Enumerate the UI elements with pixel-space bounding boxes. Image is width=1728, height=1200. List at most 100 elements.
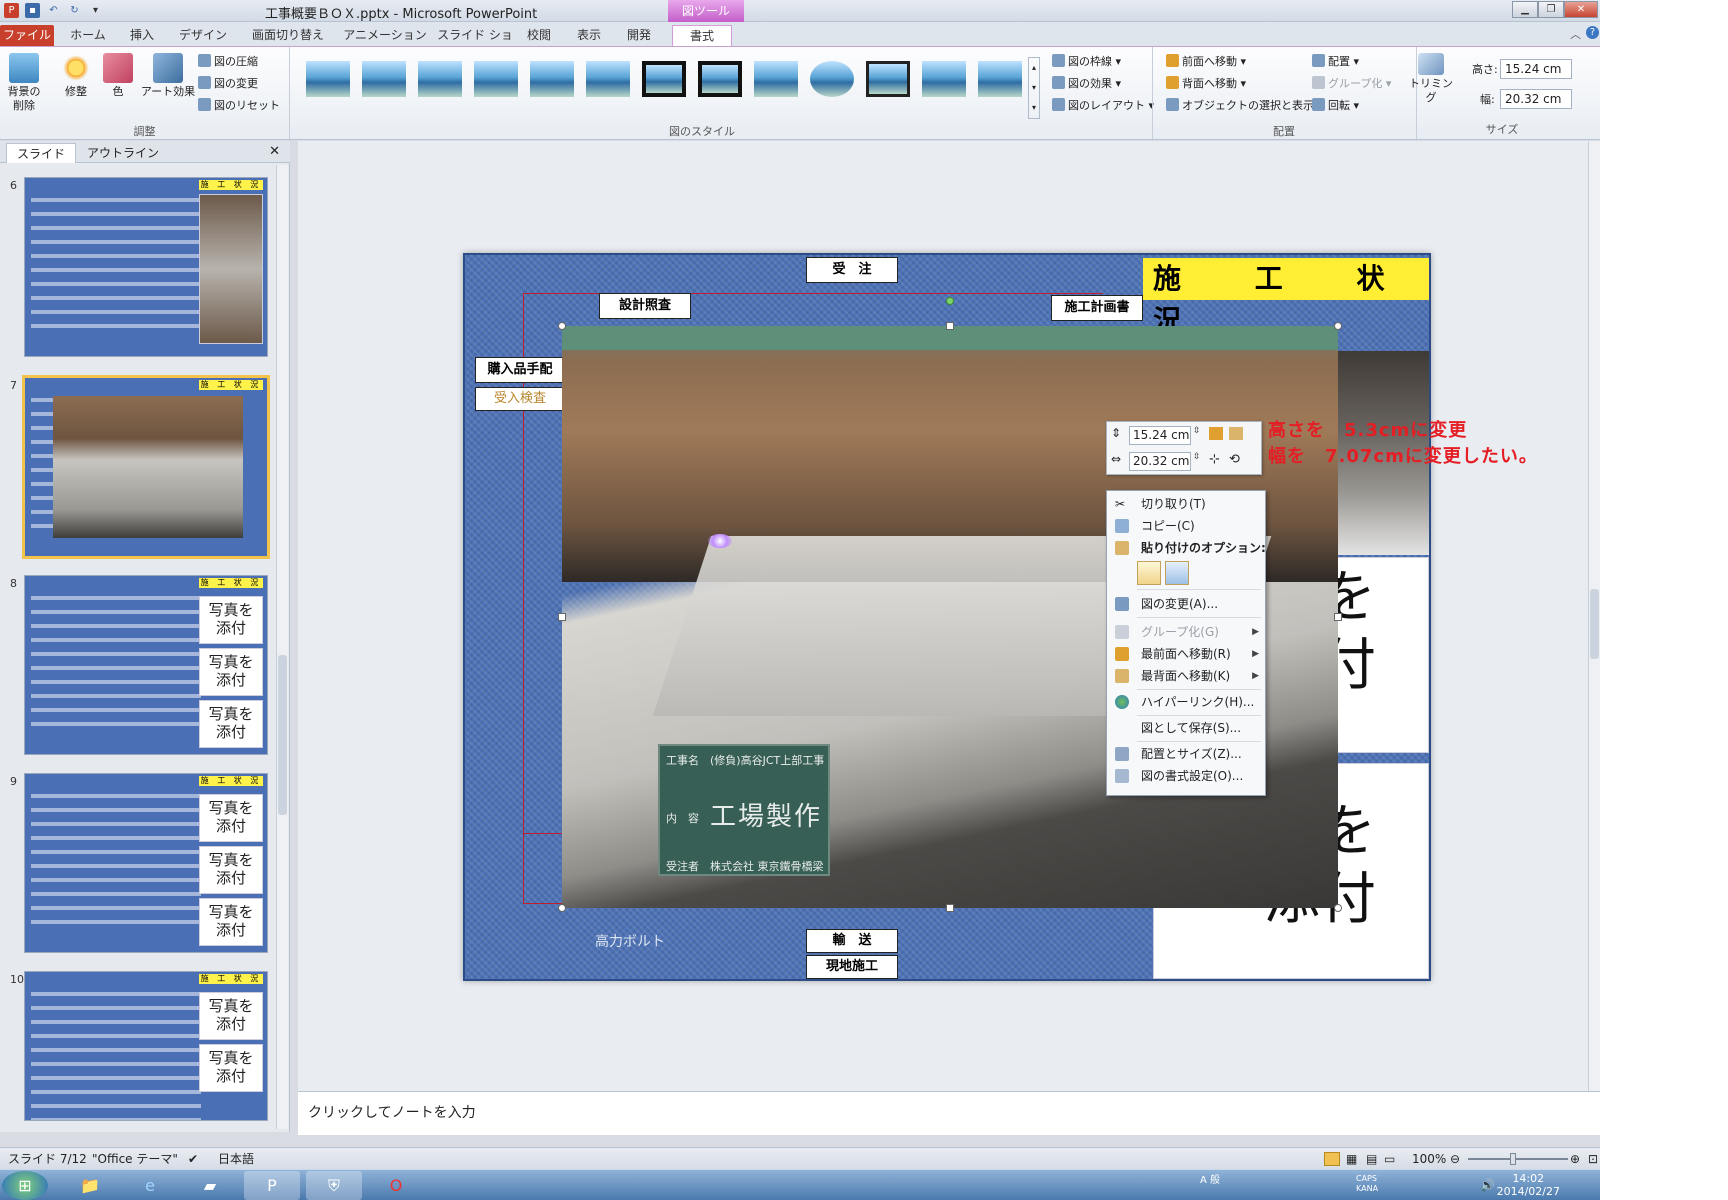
height-spin-icon[interactable]: ⇳ <box>1193 426 1201 436</box>
slide-sorter-icon[interactable]: ▦ <box>1346 1148 1357 1170</box>
paste-keep-formatting-icon[interactable] <box>1137 561 1161 585</box>
tab-developer[interactable]: 開発 <box>620 25 658 46</box>
ime-indicator[interactable]: A 般 <box>1200 1176 1220 1186</box>
volume-icon[interactable]: 🔊 <box>1480 1178 1495 1192</box>
send-backward-icon[interactable] <box>1229 427 1243 440</box>
tab-animations[interactable]: アニメーション <box>340 25 430 46</box>
slide-canvas[interactable]: 施 工 状 況 受 注 設計照査 施工計画書 購入品手配 受入検査 輸 送 現地… <box>463 253 1431 981</box>
bring-forward-icon[interactable] <box>1209 427 1223 440</box>
menu-format-picture[interactable]: 図の書式設定(O)... <box>1107 765 1267 787</box>
slide-thumbnail-7[interactable]: 施 工 状 況 <box>22 375 270 559</box>
tab-review[interactable]: 校閲 <box>520 25 558 46</box>
editor-scrollbar[interactable] <box>1588 141 1600 1091</box>
remove-background-button[interactable]: 背景の 削除 <box>2 53 46 113</box>
slides-pane-scrollbar[interactable] <box>276 165 288 1129</box>
close-button[interactable]: ✕ <box>1564 1 1598 18</box>
flow-box-inspection[interactable]: 受入検査 <box>475 387 565 411</box>
fit-slide-icon[interactable]: ⊡ <box>1588 1148 1598 1170</box>
tab-outline[interactable]: アウトライン <box>77 143 169 163</box>
undo-icon[interactable]: ↶ <box>46 3 61 18</box>
slideshow-icon[interactable]: ▭ <box>1384 1148 1395 1170</box>
restore-button[interactable]: ❐ <box>1538 1 1564 18</box>
tab-view[interactable]: 表示 <box>570 25 608 46</box>
tab-transitions[interactable]: 画面切り替え <box>242 25 334 46</box>
picture-style-11[interactable] <box>866 61 910 97</box>
menu-copy[interactable]: コピー(C) <box>1107 515 1267 537</box>
menu-group[interactable]: グループ化(G) ▶ <box>1107 621 1267 643</box>
rotate-icon[interactable]: ⟲ <box>1229 452 1240 467</box>
menu-hyperlink[interactable]: ハイパーリンク(H)... <box>1107 691 1267 713</box>
color-button[interactable]: 色 <box>100 53 136 99</box>
picture-style-1[interactable] <box>306 61 350 97</box>
slide-thumbnail-10[interactable]: 施 工 状 況 写真を 添付 写真を 添付 <box>24 971 268 1121</box>
scroll-thumb[interactable] <box>1590 589 1599 659</box>
styles-gallery-scroll[interactable]: ▴ ▾ ▾ <box>1028 57 1040 119</box>
ie-taskbar-icon[interactable]: e <box>122 1171 178 1200</box>
menu-send-to-back[interactable]: 最背面へ移動(K) ▶ <box>1107 665 1267 687</box>
explorer-taskbar-icon[interactable]: 📁 <box>62 1171 118 1200</box>
powerpoint-app-icon[interactable]: P <box>4 3 19 18</box>
ribbon-minimize-icon[interactable]: ︿ <box>1570 26 1581 42</box>
compress-button[interactable]: 図の圧縮 <box>198 53 258 71</box>
paste-picture-icon[interactable] <box>1165 561 1189 585</box>
flow-box-site-work[interactable]: 現地施工 <box>806 955 898 979</box>
slide-thumbnail-9[interactable]: 施 工 状 況 写真を 添付 写真を 添付 写真を 添付 <box>24 773 268 953</box>
group-button[interactable]: グループ化 ▾ <box>1312 75 1391 93</box>
slide-thumbnail-6[interactable]: 施 工 状 況 <box>24 177 268 357</box>
slide-thumbnail-8[interactable]: 施 工 状 況 写真を 添付 写真を 添付 写真を 添付 <box>24 575 268 755</box>
flow-box-construction-plan[interactable]: 施工計画書 <box>1051 295 1143 321</box>
status-language[interactable]: 日本語 <box>218 1148 254 1170</box>
picture-effects-button[interactable]: 図の効果 ▾ <box>1052 75 1121 93</box>
bring-forward-button[interactable]: 前面へ移動 ▾ <box>1166 53 1246 71</box>
picture-style-9[interactable] <box>754 61 798 97</box>
notes-placeholder[interactable]: クリックしてノートを入力 <box>308 1102 476 1122</box>
picture-style-10[interactable] <box>810 61 854 97</box>
picture-style-12[interactable] <box>922 61 966 97</box>
zoom-out-icon[interactable]: ⊖ <box>1450 1148 1460 1170</box>
opera-taskbar-icon[interactable]: O <box>368 1171 424 1200</box>
powerpoint-taskbar-icon[interactable]: P <box>244 1171 300 1200</box>
picture-layout-button[interactable]: 図のレイアウト ▾ <box>1052 97 1154 115</box>
picture-style-2[interactable] <box>362 61 406 97</box>
picture-style-7[interactable] <box>642 61 686 97</box>
resize-handle[interactable] <box>946 904 954 912</box>
minimize-button[interactable]: ▁ <box>1512 1 1538 18</box>
tab-format[interactable]: 書式 <box>672 25 732 46</box>
tab-insert[interactable]: 挿入 <box>120 25 164 46</box>
picture-style-5[interactable] <box>530 61 574 97</box>
resize-handle[interactable] <box>558 904 566 912</box>
redo-icon[interactable]: ↻ <box>67 3 82 18</box>
zoom-slider[interactable] <box>1468 1158 1568 1160</box>
resize-handle[interactable] <box>558 322 566 330</box>
close-pane-icon[interactable]: ✕ <box>269 144 280 159</box>
align-button[interactable]: 配置 ▾ <box>1312 53 1359 71</box>
save-icon[interactable]: ▪ <box>25 3 40 18</box>
resize-handle[interactable] <box>1334 322 1342 330</box>
height-input[interactable]: 15.24 cm <box>1500 59 1572 79</box>
resize-handle[interactable] <box>1334 613 1342 621</box>
tab-home[interactable]: ホーム <box>64 25 112 46</box>
change-picture-button[interactable]: 図の変更 <box>198 75 258 93</box>
tab-design[interactable]: デザイン <box>172 25 234 46</box>
zoom-in-icon[interactable]: ⊕ <box>1570 1148 1580 1170</box>
scroll-thumb[interactable] <box>278 655 287 815</box>
flow-box-order[interactable]: 受 注 <box>806 257 898 283</box>
clock[interactable]: 14:02 2014/02/27 <box>1497 1172 1560 1198</box>
slide-title[interactable]: 施 工 状 況 <box>1143 258 1429 337</box>
picture-style-13[interactable] <box>978 61 1022 97</box>
crop-button[interactable]: トリミング <box>1406 53 1456 105</box>
notes-pane[interactable]: クリックしてノートを入力 <box>298 1091 1600 1135</box>
menu-cut[interactable]: ✂ 切り取り(T) <box>1107 493 1267 515</box>
folder-taskbar-icon[interactable]: ▰ <box>182 1171 238 1200</box>
rotate-handle[interactable] <box>946 297 954 305</box>
picture-style-8[interactable] <box>698 61 742 97</box>
zoom-level[interactable]: 100% <box>1412 1148 1446 1170</box>
zoom-slider-thumb[interactable] <box>1510 1153 1516 1165</box>
menu-save-as-picture[interactable]: 図として保存(S)... <box>1107 717 1267 739</box>
normal-view-icon[interactable] <box>1324 1152 1340 1166</box>
tab-slideshow[interactable]: スライド ショー <box>432 25 518 63</box>
selection-pane-button[interactable]: オブジェクトの選択と表示 <box>1166 97 1314 115</box>
reset-picture-button[interactable]: 図のリセット <box>198 97 280 115</box>
picture-style-4[interactable] <box>474 61 518 97</box>
width-input[interactable]: 20.32 cm <box>1500 89 1572 109</box>
